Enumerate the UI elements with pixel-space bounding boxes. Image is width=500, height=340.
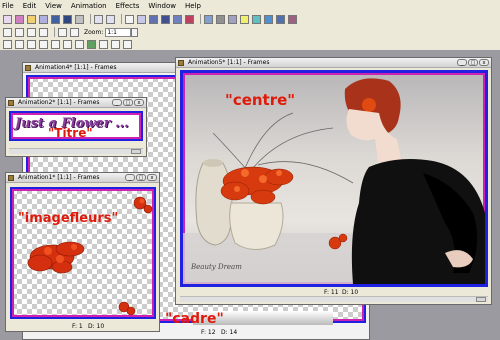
menu-animation[interactable]: Animation	[71, 2, 107, 10]
open-icon[interactable]	[27, 14, 36, 24]
save-as-icon[interactable]	[63, 14, 72, 24]
view-animation-icon[interactable]	[252, 14, 261, 24]
titre-label: "Titre"	[48, 126, 93, 140]
chevron-down-icon[interactable]	[131, 27, 139, 37]
last-frame-icon[interactable]	[39, 27, 48, 37]
minimize-button[interactable]: _	[112, 99, 122, 106]
tools-toolbar	[0, 38, 500, 50]
menu-help[interactable]: Help	[185, 2, 201, 10]
crop-icon[interactable]	[185, 14, 194, 24]
zoom-toolbar: Zoom: 1:1	[0, 26, 500, 38]
next-frame-icon[interactable]	[27, 27, 36, 37]
minimize-button[interactable]: _	[125, 174, 135, 181]
line-tool-icon[interactable]	[111, 39, 120, 49]
menu-edit[interactable]: Edit	[23, 2, 37, 10]
crop-tool-icon[interactable]	[39, 39, 48, 49]
cadre-label: "cadre"	[165, 311, 224, 327]
web-preview-icon[interactable]	[276, 14, 285, 24]
fill-tool-icon[interactable]	[87, 39, 96, 49]
window-title: Animation2* [1:1] - Frames	[18, 99, 100, 106]
menu-effects[interactable]: Effects	[116, 2, 140, 10]
frame-canvas[interactable]: "centre" Beauty Dream	[180, 70, 488, 287]
window-icon	[8, 175, 14, 181]
optimize-icon[interactable]	[264, 14, 273, 24]
maximize-button[interactable]: □	[468, 59, 478, 66]
move-tool-icon[interactable]	[27, 39, 36, 49]
zoom-label: Zoom:	[84, 28, 104, 36]
new-icon[interactable]	[3, 14, 12, 24]
save-icon[interactable]	[51, 14, 60, 24]
animation1-window[interactable]: Animation1* [1:1] - Frames _ □ x "imagefle…	[5, 172, 160, 332]
toolbar-divider	[90, 14, 91, 24]
minimize-button[interactable]: _	[457, 59, 467, 66]
window-icon	[8, 100, 14, 106]
animation-properties-icon[interactable]	[216, 14, 225, 24]
window-title: Animation5* [1:1] - Frames	[188, 59, 270, 66]
toolbar-divider	[54, 27, 55, 37]
title-bar[interactable]: Animation5* [1:1] - Frames _ □ x	[176, 58, 491, 68]
menu-file[interactable]: File	[2, 2, 14, 10]
frame-properties-icon[interactable]	[228, 14, 237, 24]
frame-delay: D: 10	[88, 323, 105, 330]
cut-icon[interactable]	[125, 14, 134, 24]
rectangle-tool-icon[interactable]	[123, 39, 132, 49]
menu-window[interactable]: Window	[148, 2, 176, 10]
highlight-icon[interactable]	[240, 14, 249, 24]
paintbrush-tool-icon[interactable]	[63, 39, 72, 49]
frame-canvas[interactable]: "imagefleurs"	[10, 187, 156, 319]
horizontal-scrollbar[interactable]	[9, 148, 143, 154]
new-animation-icon[interactable]	[15, 14, 24, 24]
previous-frame-icon[interactable]	[15, 27, 24, 37]
maximize-button[interactable]: □	[136, 174, 146, 181]
close-button[interactable]: x	[147, 174, 157, 181]
copy-icon[interactable]	[137, 14, 146, 24]
title-bar[interactable]: Animation1* [1:1] - Frames _ □ x	[6, 173, 159, 183]
animation2-window[interactable]: Animation2* [1:1] - Frames _ □ x Just a Fl…	[5, 97, 147, 157]
scroll-thumb[interactable]	[131, 149, 141, 154]
paste-after-icon[interactable]	[161, 14, 170, 24]
window-title: Animation1* [1:1] - Frames	[18, 174, 100, 181]
maximize-button[interactable]: □	[123, 99, 133, 106]
menu-view[interactable]: View	[45, 2, 62, 10]
window-title: Animation4* [1:1] - Frames	[35, 64, 117, 71]
close-button[interactable]: x	[134, 99, 144, 106]
centre-label: "centre"	[225, 91, 296, 109]
main-toolbar	[0, 12, 500, 26]
zoom-in-icon[interactable]	[58, 27, 67, 37]
animation5-window[interactable]: Animation5* [1:1] - Frames _ □ x "centre…	[175, 57, 492, 305]
first-frame-icon[interactable]	[3, 27, 12, 37]
zoom-out-icon[interactable]	[70, 27, 79, 37]
frame-number: F: 11	[324, 289, 339, 296]
zoom-select[interactable]: 1:1	[105, 27, 132, 37]
frame-number: F: 12	[201, 329, 216, 336]
arrow-tool-icon[interactable]	[3, 39, 12, 49]
dropper-tool-icon[interactable]	[51, 39, 60, 49]
toolbar-divider	[121, 14, 122, 24]
insert-frames-icon[interactable]	[204, 14, 213, 24]
menu-bar: File Edit View Animation Effects Window …	[0, 0, 500, 12]
redo-icon[interactable]	[106, 14, 115, 24]
text-tool-icon[interactable]	[99, 39, 108, 49]
window-icon	[25, 65, 31, 71]
zoom-tool-icon[interactable]	[15, 39, 24, 49]
undo-icon[interactable]	[94, 14, 103, 24]
close-button[interactable]: x	[479, 59, 489, 66]
wizard-icon[interactable]	[288, 14, 297, 24]
window-icon	[178, 60, 184, 66]
print-icon[interactable]	[75, 14, 84, 24]
horizontal-scrollbar[interactable]	[180, 296, 488, 302]
frame-delay: D: 10	[342, 289, 359, 296]
frame-number: F: 1	[72, 323, 83, 330]
delete-icon[interactable]	[173, 14, 182, 24]
browse-icon[interactable]	[39, 14, 48, 24]
toolbar-divider	[200, 14, 201, 24]
imagefleurs-label: "imagefleurs"	[18, 211, 119, 226]
title-bar[interactable]: Animation2* [1:1] - Frames _ □ x	[6, 98, 146, 108]
scroll-thumb[interactable]	[476, 297, 486, 302]
signature-text: Beauty Dream	[191, 263, 242, 271]
paste-icon[interactable]	[149, 14, 158, 24]
flowers-image	[27, 196, 153, 316]
frame-delay: D: 14	[221, 329, 238, 336]
eraser-tool-icon[interactable]	[75, 39, 84, 49]
